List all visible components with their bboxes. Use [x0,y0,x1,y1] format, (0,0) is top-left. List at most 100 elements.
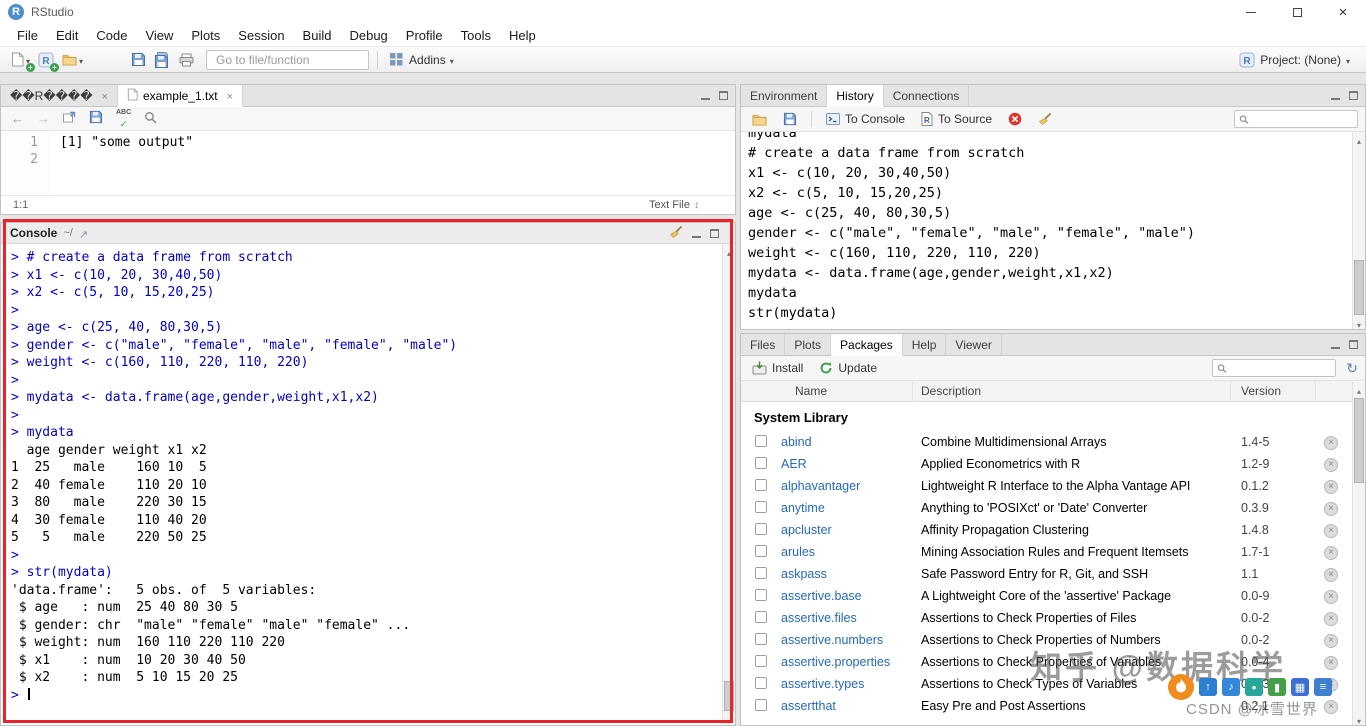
menu-item[interactable]: Help [500,28,545,43]
package-checkbox[interactable] [755,633,767,645]
history-entry[interactable]: age <- c(25, 40, 80,30,5) [748,203,1365,223]
menu-item[interactable]: Plots [182,28,229,43]
package-name-link[interactable]: arules [781,545,815,559]
remove-package-icon[interactable] [1324,524,1338,538]
code-editor[interactable]: 12 [1] "some output" [1,131,735,197]
menu-item[interactable]: Edit [47,28,87,43]
scroll-thumb[interactable] [1354,398,1364,483]
package-name-link[interactable]: assertive.types [781,677,864,691]
clear-console-icon[interactable] [669,225,683,242]
menu-item[interactable]: Debug [340,28,396,43]
remove-package-icon[interactable] [1324,700,1338,714]
console-scrollbar[interactable] [722,244,735,725]
package-checkbox[interactable] [755,501,767,513]
minimize-pane-button[interactable] [1331,88,1340,103]
package-checkbox[interactable] [755,457,767,469]
history-entry[interactable]: mydata [748,132,1365,143]
maximize-pane-button[interactable] [1349,337,1358,352]
history-scrollbar[interactable] [1352,132,1365,329]
minimize-pane-button[interactable] [1331,337,1340,352]
remove-package-icon[interactable] [1324,612,1338,626]
menu-item[interactable]: Code [87,28,136,43]
forward-icon[interactable] [37,111,50,126]
package-checkbox[interactable] [755,567,767,579]
history-search-box[interactable] [1234,110,1358,128]
open-file-button[interactable] [58,49,87,71]
save-all-button[interactable] [150,49,175,71]
scroll-down-icon[interactable] [1353,316,1365,329]
project-menu[interactable]: R Project: (None) [1239,52,1359,68]
scroll-up-icon[interactable] [1353,382,1365,395]
menu-item[interactable]: Tools [452,28,500,43]
menu-item[interactable]: Build [294,28,341,43]
history-entry[interactable]: # create a data frame from scratch [748,143,1365,163]
package-checkbox[interactable] [755,523,767,535]
maximize-pane-button[interactable] [710,226,719,241]
scroll-down-icon[interactable] [723,712,735,725]
goto-file-function-input[interactable] [216,53,371,67]
refresh-icon[interactable] [1346,360,1358,377]
minimize-pane-button[interactable] [692,226,701,241]
package-name-link[interactable]: AER [781,457,807,471]
maximize-button[interactable] [1274,0,1320,24]
pane-tab[interactable]: Connections [884,85,970,106]
scroll-up-icon[interactable] [723,244,735,257]
to-source-button[interactable]: R To Source [917,108,996,130]
history-entry[interactable]: x1 <- c(10, 20, 30,40,50) [748,163,1365,183]
menu-item[interactable]: File [8,28,47,43]
find-icon[interactable] [144,111,157,127]
history-entry[interactable]: gender <- c("male", "female", "male", "f… [748,223,1365,243]
remove-package-icon[interactable] [1324,458,1338,472]
package-name-link[interactable]: apcluster [781,523,832,537]
new-file-button[interactable] [7,49,34,71]
pane-tab[interactable]: Environment [741,85,827,106]
pane-tab[interactable]: Files [741,334,785,355]
save-history-button[interactable] [779,108,801,130]
package-checkbox[interactable] [755,699,767,711]
package-name-link[interactable]: assertthat [781,699,836,713]
clear-history-button[interactable] [1034,108,1056,130]
file-type-selector[interactable]: Text File [649,199,699,211]
package-checkbox[interactable] [755,435,767,447]
remove-package-icon[interactable] [1324,502,1338,516]
close-tab-icon[interactable] [227,89,233,103]
pane-tab[interactable]: Plots [785,334,831,355]
save-icon[interactable] [89,110,103,127]
source-tab[interactable]: ��R���� [1,85,118,106]
source-tab[interactable]: example_1.txt [118,85,243,107]
packages-search-box[interactable] [1212,359,1336,377]
remove-package-icon[interactable] [1324,568,1338,582]
save-button[interactable] [127,49,150,71]
console-output[interactable]: > # create a data frame from scratch> x1… [1,249,721,725]
history-search-input[interactable] [1252,113,1353,125]
history-entry[interactable]: mydata <- data.frame(age,gender,weight,x… [748,263,1365,283]
popout-icon[interactable] [63,111,76,126]
new-project-button[interactable]: R [34,49,58,71]
pane-tab[interactable]: Packages [831,334,903,356]
package-checkbox[interactable] [755,655,767,667]
open-directory-icon[interactable] [79,226,88,241]
remove-package-icon[interactable] [1324,436,1338,450]
package-name-link[interactable]: abind [781,435,812,449]
scroll-thumb[interactable] [1354,260,1364,315]
history-entry[interactable]: mydata [748,283,1365,303]
package-name-link[interactable]: anytime [781,501,825,515]
pane-tab[interactable]: Help [903,334,947,355]
package-checkbox[interactable] [755,611,767,623]
spellcheck-icon[interactable]: ABC [116,109,131,129]
package-checkbox[interactable] [755,545,767,557]
remove-entries-button[interactable] [1004,108,1026,130]
scroll-down-icon[interactable] [1353,712,1365,725]
packages-search-input[interactable] [1230,362,1331,374]
pane-tab[interactable]: History [827,85,883,107]
close-button[interactable] [1320,0,1366,24]
package-name-link[interactable]: assertive.numbers [781,633,883,647]
remove-package-icon[interactable] [1324,480,1338,494]
package-name-link[interactable]: assertive.base [781,589,862,603]
menu-item[interactable]: Session [229,28,293,43]
remove-package-icon[interactable] [1324,546,1338,560]
maximize-pane-button[interactable] [719,88,728,103]
goto-file-function-box[interactable] [206,50,369,70]
install-button[interactable]: Install [748,357,807,379]
package-checkbox[interactable] [755,479,767,491]
